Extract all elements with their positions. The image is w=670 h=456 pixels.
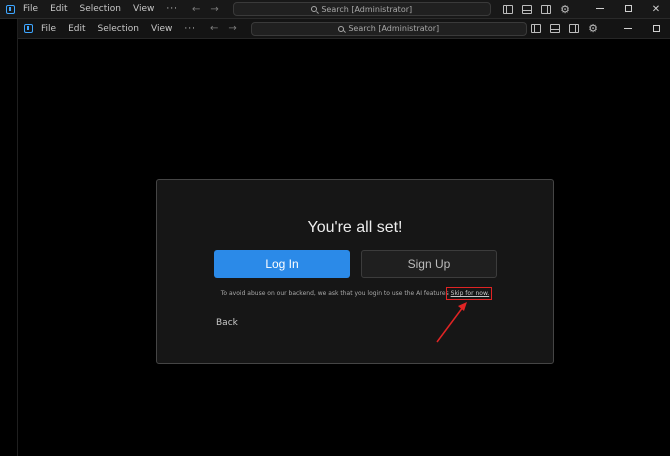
inner-menu-selection[interactable]: Selection bbox=[98, 24, 139, 34]
inner-app-logo-icon bbox=[24, 24, 33, 33]
inner-toggle-primary-sidebar-icon[interactable] bbox=[531, 24, 542, 33]
outer-menu-file[interactable]: File bbox=[23, 4, 38, 14]
inner-search-box[interactable]: Search [Administrator] bbox=[250, 21, 527, 36]
inner-forward-arrow-icon[interactable]: → bbox=[228, 23, 236, 34]
outer-search-text: Search [Administrator] bbox=[321, 4, 413, 14]
inner-back-arrow-icon[interactable]: ← bbox=[210, 23, 218, 34]
gear-icon[interactable]: ⚙ bbox=[560, 4, 570, 15]
inner-gear-icon[interactable]: ⚙ bbox=[588, 23, 598, 34]
search-icon bbox=[311, 6, 318, 12]
notice-message: To avoid abuse on our backend, we ask th… bbox=[220, 290, 449, 297]
inner-menu-file[interactable]: File bbox=[41, 24, 56, 34]
inner-toggle-panel-icon[interactable] bbox=[550, 24, 561, 33]
dialog-title: You're all set! bbox=[307, 219, 403, 236]
back-button[interactable]: Back bbox=[216, 318, 238, 328]
app-logo-icon bbox=[6, 4, 15, 14]
inner-search-icon bbox=[338, 25, 345, 32]
login-dialog: You're all set! Log In Sign Up To avoid … bbox=[156, 179, 554, 364]
outer-menu-selection[interactable]: Selection bbox=[80, 4, 121, 14]
maximize-icon[interactable] bbox=[614, 4, 642, 15]
toggle-secondary-sidebar-icon[interactable] bbox=[541, 4, 552, 14]
inner-menu-view[interactable]: View bbox=[151, 24, 172, 34]
outer-menu-view[interactable]: View bbox=[133, 4, 154, 14]
left-rail bbox=[0, 19, 18, 456]
outer-menu-edit[interactable]: Edit bbox=[50, 4, 67, 14]
inner-toggle-secondary-sidebar-icon[interactable] bbox=[569, 24, 580, 33]
outer-title-bar: File Edit Selection View ··· ← → Search … bbox=[0, 0, 670, 19]
annotation-highlight-box bbox=[446, 287, 492, 300]
inner-minimize-icon[interactable] bbox=[614, 23, 642, 34]
outer-more-menu-icon[interactable]: ··· bbox=[166, 4, 178, 14]
login-button[interactable]: Log In bbox=[214, 250, 350, 278]
signup-button[interactable]: Sign Up bbox=[361, 250, 497, 278]
inner-menu-edit[interactable]: Edit bbox=[68, 24, 85, 34]
outer-search-box[interactable]: Search [Administrator] bbox=[232, 2, 491, 16]
inner-maximize-icon[interactable] bbox=[642, 23, 670, 34]
outer-forward-arrow-icon[interactable]: → bbox=[210, 4, 218, 15]
inner-search-text: Search [Administrator] bbox=[348, 24, 440, 33]
minimize-icon[interactable] bbox=[586, 4, 614, 15]
toggle-primary-sidebar-icon[interactable] bbox=[503, 4, 514, 14]
notice-text: To avoid abuse on our backend, we ask th… bbox=[157, 290, 553, 297]
inner-more-menu-icon[interactable]: ··· bbox=[184, 24, 196, 34]
inner-title-bar: File Edit Selection View ··· ← → Search … bbox=[18, 19, 670, 39]
outer-back-arrow-icon[interactable]: ← bbox=[192, 4, 200, 15]
toggle-panel-icon[interactable] bbox=[522, 4, 533, 14]
close-icon[interactable]: ✕ bbox=[642, 4, 670, 15]
